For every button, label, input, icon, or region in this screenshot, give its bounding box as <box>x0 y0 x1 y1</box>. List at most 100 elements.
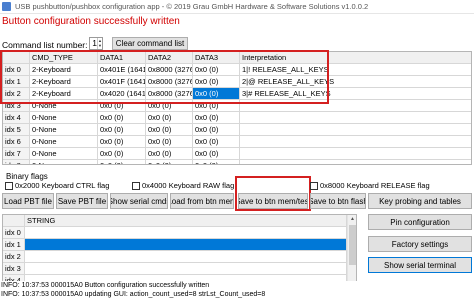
cell-data1[interactable]: 0x0 (0) <box>98 136 146 148</box>
show-serial-cmds-button[interactable]: Show serial cmds <box>110 193 168 209</box>
checkbox-icon[interactable] <box>5 181 13 190</box>
row-index[interactable]: idx 8 <box>3 160 30 164</box>
table-row[interactable]: idx 6 0-None 0x0 (0) 0x0 (0) 0x0 (0) <box>3 136 471 148</box>
cell-data1[interactable]: 0x0 (0) <box>98 124 146 136</box>
cell-interpretation[interactable] <box>240 124 471 136</box>
string-cell[interactable] <box>25 251 347 263</box>
cell-data1[interactable]: 0x4020 (16416) <box>98 88 146 100</box>
spin-down-icon[interactable]: ▼ <box>97 43 102 49</box>
cell-data3[interactable]: 0x0 (0) <box>193 136 240 148</box>
release-flag-checkbox[interactable]: 0x8000 Keyboard RELEASE flag <box>310 181 430 190</box>
cell-interpretation[interactable] <box>240 100 471 112</box>
string-cell[interactable] <box>25 227 347 239</box>
cell-data3[interactable]: 0x0 (0) <box>193 160 240 164</box>
cell-data2[interactable]: 0x0 (0) <box>146 100 193 112</box>
clear-command-list-button[interactable]: Clear command list <box>112 37 188 50</box>
string-row[interactable]: idx 0 <box>3 227 347 239</box>
cell-cmd-type[interactable]: 0-None <box>30 160 98 164</box>
row-index[interactable]: idx 7 <box>3 148 30 160</box>
string-row-index[interactable]: idx 3 <box>3 263 25 275</box>
col-interpretation[interactable]: Interpretation <box>240 52 471 64</box>
cell-cmd-type[interactable]: 0-None <box>30 136 98 148</box>
command-grid[interactable]: CMD_TYPE DATA1 DATA2 DATA3 Interpretatio… <box>2 51 472 165</box>
cell-cmd-type[interactable]: 0-None <box>30 148 98 160</box>
row-index[interactable]: idx 1 <box>3 76 30 88</box>
row-index[interactable]: idx 5 <box>3 124 30 136</box>
cell-interpretation[interactable] <box>240 160 471 164</box>
cell-data2[interactable]: 0x8000 (32768) <box>146 88 193 100</box>
cell-data1[interactable]: 0x0 (0) <box>98 112 146 124</box>
row-index[interactable]: idx 4 <box>3 112 30 124</box>
cell-interpretation[interactable] <box>240 112 471 124</box>
cell-data1[interactable]: 0x401F (16415) <box>98 76 146 88</box>
load-from-btn-mem-button[interactable]: Load from btn mem <box>170 193 234 209</box>
cell-cmd-type[interactable]: 0-None <box>30 112 98 124</box>
col-cmd-type[interactable]: CMD_TYPE <box>30 52 98 64</box>
cell-interpretation[interactable] <box>240 136 471 148</box>
col-data3[interactable]: DATA3 <box>193 52 240 64</box>
scroll-thumb[interactable] <box>349 225 356 265</box>
key-probing-button[interactable]: Key probing and tables <box>368 193 472 209</box>
cell-data1[interactable]: 0x401E (16414) <box>98 64 146 76</box>
checkbox-icon[interactable] <box>310 181 318 190</box>
table-row[interactable]: idx 3 0-None 0x0 (0) 0x0 (0) 0x0 (0) <box>3 100 471 112</box>
string-row-index[interactable]: idx 2 <box>3 251 25 263</box>
table-row[interactable]: idx 12-Keyboard0x401F (16415)0x8000 (327… <box>3 76 471 88</box>
command-list-spinner[interactable]: 1 ▲ ▼ <box>89 37 103 50</box>
cell-interpretation[interactable]: 3|# RELEASE_ALL_KEYS <box>240 88 471 100</box>
row-index[interactable]: idx 6 <box>3 136 30 148</box>
string-row-index[interactable]: idx 0 <box>3 227 25 239</box>
string-row[interactable]: idx 2 <box>3 251 347 263</box>
cell-data1[interactable]: 0x0 (0) <box>98 148 146 160</box>
cell-data3[interactable]: 0x0 (0) <box>193 124 240 136</box>
cell-data2[interactable]: 0x0 (0) <box>146 124 193 136</box>
table-row[interactable]: idx 7 0-None 0x0 (0) 0x0 (0) 0x0 (0) <box>3 148 471 160</box>
table-row[interactable]: idx 02-Keyboard0x401E (16414)0x8000 (327… <box>3 64 471 76</box>
strings-scrollbar[interactable]: ▲ ▼ <box>347 215 356 288</box>
cell-cmd-type[interactable]: 0-None <box>30 100 98 112</box>
cell-cmd-type[interactable]: 2-Keyboard <box>30 64 98 76</box>
cell-data3[interactable]: 0x0 (0) <box>193 148 240 160</box>
checkbox-icon[interactable] <box>132 181 140 190</box>
string-row[interactable]: idx 1 <box>3 239 347 251</box>
cell-data1[interactable]: 0x0 (0) <box>98 100 146 112</box>
cell-data2[interactable]: 0x0 (0) <box>146 160 193 164</box>
pin-configuration-button[interactable]: Pin configuration <box>368 214 472 230</box>
cell-data3[interactable]: 0x0 (0) <box>193 112 240 124</box>
string-row[interactable]: idx 3 <box>3 263 347 275</box>
cell-data3[interactable]: 0x0 (0) <box>193 100 240 112</box>
cell-data3[interactable]: 0x0 (0) <box>193 76 240 88</box>
cell-data2[interactable]: 0x0 (0) <box>146 112 193 124</box>
string-cell[interactable] <box>25 263 347 275</box>
cell-interpretation[interactable] <box>240 148 471 160</box>
save-to-btn-mem-button[interactable]: Save to btn mem/test <box>238 193 308 209</box>
col-data2[interactable]: DATA2 <box>146 52 193 64</box>
save-to-btn-flash-button[interactable]: Save to btn flash <box>310 193 366 209</box>
cell-data2[interactable]: 0x8000 (32768) <box>146 64 193 76</box>
cell-data3[interactable]: 0x0 (0) <box>193 88 240 100</box>
cell-data2[interactable]: 0x8000 (32768) <box>146 76 193 88</box>
table-row[interactable]: idx 5 0-None 0x0 (0) 0x0 (0) 0x0 (0) <box>3 124 471 136</box>
factory-settings-button[interactable]: Factory settings <box>368 236 472 252</box>
cell-interpretation[interactable]: 2|@ RELEASE_ALL_KEYS <box>240 76 471 88</box>
cell-cmd-type[interactable]: 2-Keyboard <box>30 76 98 88</box>
row-index[interactable]: idx 0 <box>3 64 30 76</box>
string-cell[interactable] <box>25 239 347 251</box>
ctrl-flag-checkbox[interactable]: 0x2000 Keyboard CTRL flag <box>5 181 109 190</box>
strings-grid[interactable]: STRING idx 0idx 1idx 2idx 3idx 4 ▲ ▼ <box>2 214 357 289</box>
raw-flag-checkbox[interactable]: 0x4000 Keyboard RAW flag <box>132 181 234 190</box>
cell-cmd-type[interactable]: 0-None <box>30 124 98 136</box>
cell-cmd-type[interactable]: 2-Keyboard <box>30 88 98 100</box>
scroll-up-icon[interactable]: ▲ <box>348 215 356 224</box>
cell-data1[interactable]: 0x0 (0) <box>98 160 146 164</box>
cell-data2[interactable]: 0x0 (0) <box>146 136 193 148</box>
table-row[interactable]: idx 22-Keyboard0x4020 (16416)0x8000 (327… <box>3 88 471 100</box>
save-pbt-button[interactable]: Save PBT file <box>56 193 108 209</box>
cell-interpretation[interactable]: 1|! RELEASE_ALL_KEYS <box>240 64 471 76</box>
string-row-index[interactable]: idx 1 <box>3 239 25 251</box>
row-index[interactable]: idx 2 <box>3 88 30 100</box>
table-row[interactable]: idx 4 0-None 0x0 (0) 0x0 (0) 0x0 (0) <box>3 112 471 124</box>
col-data1[interactable]: DATA1 <box>98 52 146 64</box>
col-string[interactable]: STRING <box>25 215 347 227</box>
row-index[interactable]: idx 3 <box>3 100 30 112</box>
